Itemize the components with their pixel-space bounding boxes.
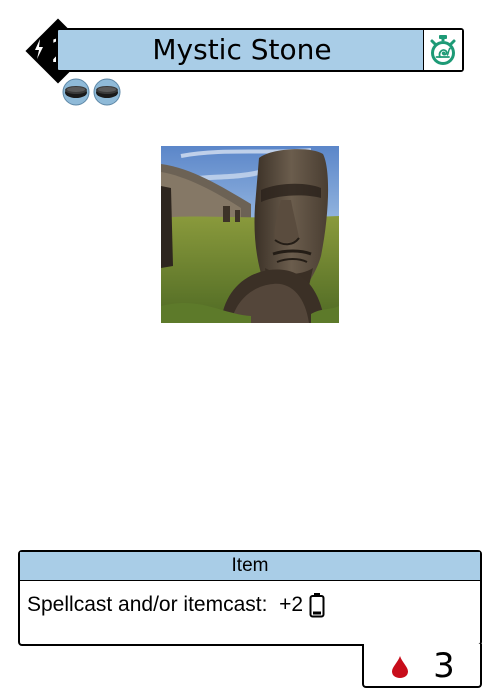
battery-icon xyxy=(309,593,325,618)
ability-text: Spellcast and/or itemcast: +2 xyxy=(27,593,304,616)
ability-line: Spellcast and/or itemcast: +2 xyxy=(27,592,325,618)
moai-stone-statue-image xyxy=(161,146,339,323)
card-title-bar: Mystic Stone xyxy=(56,28,464,72)
blood-cost-box: 3 xyxy=(362,644,482,688)
blood-drop-icon xyxy=(392,656,408,678)
lightning-bolt-icon xyxy=(35,39,43,59)
token-row xyxy=(62,78,121,108)
snail-stopwatch-icon xyxy=(430,35,456,65)
item-panel: Item Spellcast and/or itemcast: +2 xyxy=(18,550,482,646)
card-type-label: Item xyxy=(20,552,480,581)
disc-token-icon xyxy=(62,78,90,106)
timer-box xyxy=(423,30,462,70)
ability-box: Spellcast and/or itemcast: +2 xyxy=(20,581,480,645)
disc-token-icon xyxy=(93,78,121,106)
blood-value: 3 xyxy=(433,646,455,686)
card-title: Mystic Stone xyxy=(152,33,332,66)
